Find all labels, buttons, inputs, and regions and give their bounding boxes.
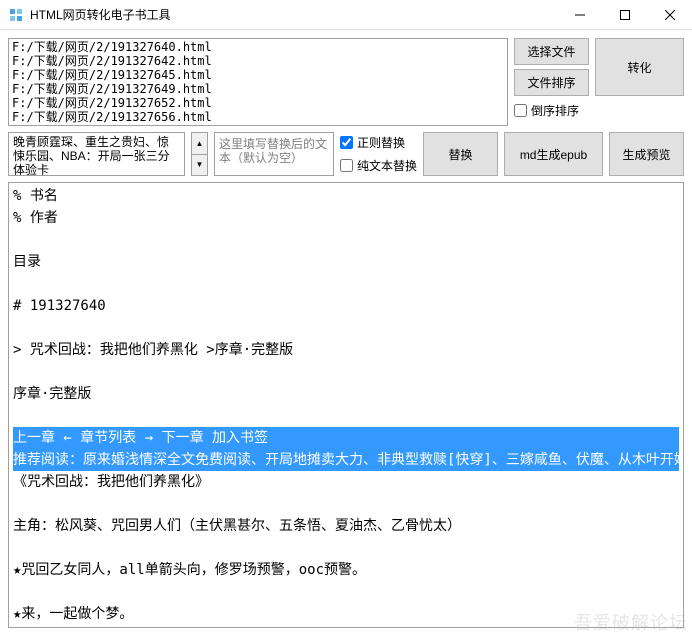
replace-text-input[interactable]: 这里填写替换后的文本（默认为空） — [214, 132, 334, 176]
maximize-button[interactable] — [602, 0, 647, 30]
file-list-item[interactable]: F:/下载/网页/2/191327645.html — [10, 68, 506, 82]
source-text-display[interactable]: 晚青顾霆琛、重生之贵妇、惊悚乐园、NBA：开局一张三分体验卡 — [8, 132, 185, 176]
reverse-sort-input[interactable] — [514, 104, 527, 117]
spin-up-button[interactable]: ▲ — [192, 133, 207, 155]
spinner[interactable]: ▲ ▼ — [191, 132, 208, 176]
window-title: HTML网页转化电子书工具 — [30, 6, 557, 23]
editor-line: # 191327640 — [13, 295, 679, 317]
reverse-sort-checkbox[interactable]: 倒序排序 — [514, 100, 684, 121]
editor-line-selected: 上一章 ← 章节列表 → 下一章 加入书签 — [13, 427, 679, 449]
window-controls — [557, 0, 692, 29]
editor-line: ★咒回乙女同人，all单箭头向，修罗场预警，ooc预警。 — [13, 559, 679, 581]
file-list[interactable]: F:/下载/网页/2/191327640.html F:/下载/网页/2/191… — [8, 38, 508, 126]
gen-preview-button[interactable]: 生成预览 — [609, 132, 684, 176]
editor-line: 《咒术回战：我把他们养黑化》 — [13, 471, 679, 493]
editor-line: 目录 — [13, 251, 679, 273]
regex-replace-checkbox[interactable]: 正则替换 — [340, 132, 417, 153]
file-list-item[interactable]: F:/下载/网页/2/191327656.html — [10, 110, 506, 124]
editor-line: 主角：松风葵、咒回男人们（主伏黑甚尔、五条悟、夏油杰、乙骨忧太） — [13, 515, 679, 537]
content-area: F:/下载/网页/2/191327640.html F:/下载/网页/2/191… — [0, 30, 692, 636]
editor-line: % 作者 — [13, 207, 679, 229]
top-row: F:/下载/网页/2/191327640.html F:/下载/网页/2/191… — [8, 38, 684, 126]
top-buttons: 选择文件 文件排序 转化 倒序排序 — [514, 38, 684, 126]
app-icon — [8, 7, 24, 23]
text-replace-checkbox[interactable]: 纯文本替换 — [340, 155, 417, 176]
editor-line: ★来，一起做个梦。 — [13, 603, 679, 625]
select-file-button[interactable]: 选择文件 — [514, 38, 589, 65]
reverse-sort-label: 倒序排序 — [531, 102, 579, 119]
preview-editor[interactable]: % 书名 % 作者 目录 # 191327640 > 咒术回战：我把他们养黑化 … — [8, 182, 684, 628]
file-sort-button[interactable]: 文件排序 — [514, 69, 589, 96]
replace-mode-checks: 正则替换 纯文本替换 — [340, 132, 417, 176]
regex-replace-label: 正则替换 — [357, 134, 405, 151]
editor-line: % 书名 — [13, 185, 679, 207]
titlebar: HTML网页转化电子书工具 — [0, 0, 692, 30]
replace-button[interactable]: 替换 — [423, 132, 498, 176]
md-epub-button[interactable]: md生成epub — [504, 132, 603, 176]
text-replace-input[interactable] — [340, 159, 353, 172]
mid-row: 晚青顾霆琛、重生之贵妇、惊悚乐园、NBA：开局一张三分体验卡 ▲ ▼ 这里填写替… — [8, 132, 684, 176]
spin-down-button[interactable]: ▼ — [192, 155, 207, 176]
file-list-item[interactable]: F:/下载/网页/2/191327642.html — [10, 54, 506, 68]
editor-line: > 咒术回战：我把他们养黑化 >序章·完整版 — [13, 339, 679, 361]
text-replace-label: 纯文本替换 — [357, 157, 417, 174]
file-list-item[interactable]: F:/下载/网页/2/191327652.html — [10, 96, 506, 110]
minimize-button[interactable] — [557, 0, 602, 30]
regex-replace-input[interactable] — [340, 136, 353, 149]
file-list-item[interactable]: F:/下载/网页/2/191327649.html — [10, 82, 506, 96]
convert-button[interactable]: 转化 — [595, 38, 684, 96]
editor-line-selected: 推荐阅读：原来婚浅情深全文免费阅读、开局地摊卖大力、非典型救赎[快穿]、三嫁咸鱼… — [13, 449, 679, 471]
close-button[interactable] — [647, 0, 692, 30]
file-list-item[interactable]: F:/下载/网页/2/191327640.html — [10, 40, 506, 54]
editor-line: 序章·完整版 — [13, 383, 679, 405]
